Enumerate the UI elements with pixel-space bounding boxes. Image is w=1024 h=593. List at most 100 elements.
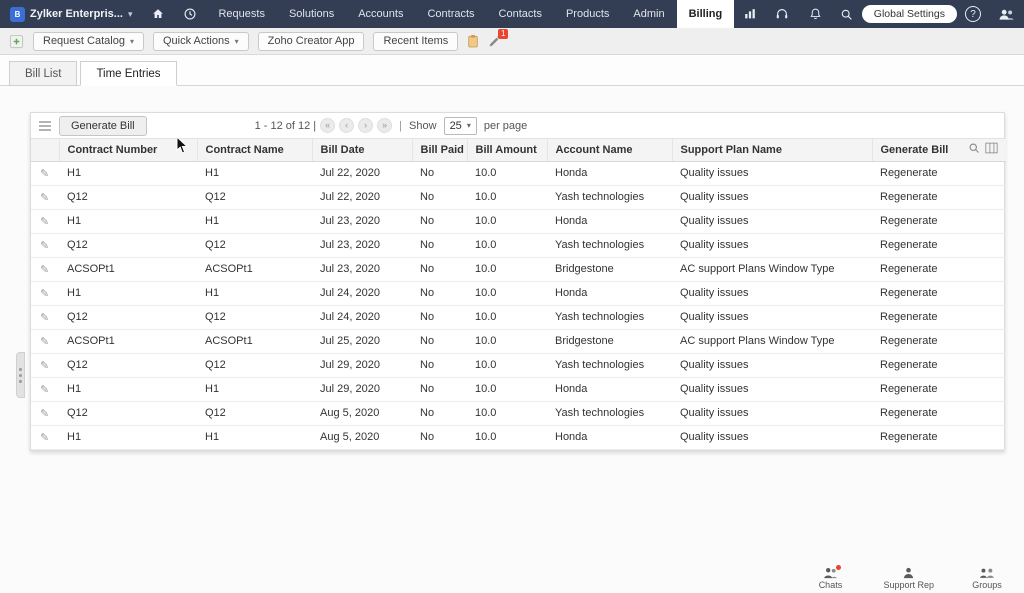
cell-contract-name: H1 xyxy=(197,281,312,305)
support-headset-button[interactable] xyxy=(766,0,798,28)
global-search-button[interactable] xyxy=(831,0,862,28)
table-row[interactable]: ✎ H1 H1 Aug 5, 2020 No 10.0 Honda Qualit… xyxy=(31,425,1006,449)
org-name: Zylker Enterpris... xyxy=(30,8,123,20)
left-panel-toggle[interactable] xyxy=(16,352,25,398)
column-chooser-button[interactable] xyxy=(985,142,998,157)
cell-bill-paid: No xyxy=(412,185,467,209)
cell-support-plan-name: Quality issues xyxy=(672,281,872,305)
table-row[interactable]: ✎ H1 H1 Jul 24, 2020 No 10.0 Honda Quali… xyxy=(31,281,1006,305)
header-bill-paid[interactable]: Bill Paid xyxy=(412,139,467,161)
regenerate-link[interactable]: Regenerate xyxy=(872,161,1006,185)
edit-row-icon[interactable]: ✎ xyxy=(40,360,49,372)
tasks-clipboard-button[interactable] xyxy=(467,34,479,48)
table-row[interactable]: ✎ ACSOPt1 ACSOPt1 Jul 25, 2020 No 10.0 B… xyxy=(31,329,1006,353)
pagination-divider: | xyxy=(399,120,402,132)
table-row[interactable]: ✎ Q12 Q12 Jul 22, 2020 No 10.0 Yash tech… xyxy=(31,185,1006,209)
columns-grid-icon xyxy=(985,142,998,154)
header-bill-amount[interactable]: Bill Amount xyxy=(467,139,547,161)
nav-item-requests[interactable]: Requests xyxy=(206,0,276,28)
next-page-button[interactable]: › xyxy=(358,118,373,133)
nav-item-contacts[interactable]: Contacts xyxy=(487,0,554,28)
nav-item-billing[interactable]: Billing xyxy=(677,0,735,28)
regenerate-link[interactable]: Regenerate xyxy=(872,353,1006,377)
regenerate-link[interactable]: Regenerate xyxy=(872,281,1006,305)
notifications-button[interactable] xyxy=(800,0,831,28)
cell-contract-name: H1 xyxy=(197,209,312,233)
generate-bill-button[interactable]: Generate Bill xyxy=(59,116,147,136)
edit-row-icon[interactable]: ✎ xyxy=(40,192,49,204)
add-request-icon xyxy=(9,34,24,49)
request-catalog-dropdown[interactable]: Request Catalog ▾ xyxy=(33,32,144,51)
cell-account-name: Yash technologies xyxy=(547,305,672,329)
regenerate-link[interactable]: Regenerate xyxy=(872,305,1006,329)
edit-row-icon[interactable]: ✎ xyxy=(40,264,49,276)
regenerate-link[interactable]: Regenerate xyxy=(872,329,1006,353)
table-row[interactable]: ✎ Q12 Q12 Jul 29, 2020 No 10.0 Yash tech… xyxy=(31,353,1006,377)
header-support-plan-name[interactable]: Support Plan Name xyxy=(672,139,872,161)
cell-support-plan-name: Quality issues xyxy=(672,353,872,377)
groups-button[interactable]: Groups xyxy=(964,567,1010,590)
table-row[interactable]: ✎ H1 H1 Jul 29, 2020 No 10.0 Honda Quali… xyxy=(31,377,1006,401)
regenerate-link[interactable]: Regenerate xyxy=(872,233,1006,257)
regenerate-link[interactable]: Regenerate xyxy=(872,401,1006,425)
tab-time-entries[interactable]: Time Entries xyxy=(80,61,176,86)
header-edit-column xyxy=(31,139,59,161)
edit-row-icon[interactable]: ✎ xyxy=(40,288,49,300)
time-entries-table: Contract Number Contract Name Bill Date … xyxy=(31,139,1006,450)
page-size-select[interactable]: 25 ▾ xyxy=(444,117,477,135)
table-row[interactable]: ✎ Q12 Q12 Aug 5, 2020 No 10.0 Yash techn… xyxy=(31,401,1006,425)
edit-row-icon[interactable]: ✎ xyxy=(40,216,49,228)
recent-activity-button[interactable] xyxy=(174,0,206,28)
edit-row-icon[interactable]: ✎ xyxy=(40,336,49,348)
header-contract-number[interactable]: Contract Number xyxy=(59,139,197,161)
prev-page-button[interactable]: ‹ xyxy=(339,118,354,133)
regenerate-link[interactable]: Regenerate xyxy=(872,185,1006,209)
cell-bill-paid: No xyxy=(412,281,467,305)
edit-row-icon[interactable]: ✎ xyxy=(40,312,49,324)
table-search-button[interactable] xyxy=(968,142,980,157)
table-row[interactable]: ✎ H1 H1 Jul 22, 2020 No 10.0 Honda Quali… xyxy=(31,161,1006,185)
nav-item-solutions[interactable]: Solutions xyxy=(277,0,346,28)
table-row[interactable]: ✎ Q12 Q12 Jul 24, 2020 No 10.0 Yash tech… xyxy=(31,305,1006,329)
user-directory-button[interactable] xyxy=(989,0,1024,28)
edit-row-icon[interactable]: ✎ xyxy=(40,240,49,252)
table-row[interactable]: ✎ H1 H1 Jul 23, 2020 No 10.0 Honda Quali… xyxy=(31,209,1006,233)
nav-item-contracts[interactable]: Contracts xyxy=(415,0,486,28)
help-button[interactable]: ? xyxy=(965,6,981,22)
first-page-button[interactable]: « xyxy=(320,118,335,133)
main-content: Generate Bill 1 - 12 of 12 | « ‹ › » | S… xyxy=(0,86,1024,593)
announcements-button[interactable]: 1 xyxy=(488,35,501,48)
tab-bill-list[interactable]: Bill List xyxy=(9,61,77,86)
cell-contract-name: H1 xyxy=(197,161,312,185)
last-page-button[interactable]: » xyxy=(377,118,392,133)
new-request-button[interactable] xyxy=(9,34,24,49)
header-account-name[interactable]: Account Name xyxy=(547,139,672,161)
header-bill-date[interactable]: Bill Date xyxy=(312,139,412,161)
regenerate-link[interactable]: Regenerate xyxy=(872,257,1006,281)
recent-items-button[interactable]: Recent Items xyxy=(373,32,458,51)
edit-row-icon[interactable]: ✎ xyxy=(40,168,49,180)
header-contract-name[interactable]: Contract Name xyxy=(197,139,312,161)
regenerate-link[interactable]: Regenerate xyxy=(872,377,1006,401)
reports-button[interactable] xyxy=(734,0,766,28)
table-row[interactable]: ✎ Q12 Q12 Jul 23, 2020 No 10.0 Yash tech… xyxy=(31,233,1006,257)
header-generate-bill[interactable]: Generate Bill xyxy=(872,139,1006,161)
support-rep-button[interactable]: Support Rep xyxy=(883,567,934,590)
regenerate-link[interactable]: Regenerate xyxy=(872,209,1006,233)
nav-item-products[interactable]: Products xyxy=(554,0,621,28)
global-settings-button[interactable]: Global Settings xyxy=(862,5,957,23)
edit-row-icon[interactable]: ✎ xyxy=(40,384,49,396)
edit-row-icon[interactable]: ✎ xyxy=(40,432,49,444)
home-button[interactable] xyxy=(142,0,174,28)
org-switcher[interactable]: B Zylker Enterpris... ▾ xyxy=(0,0,142,28)
chats-button[interactable]: Chats xyxy=(807,567,853,590)
cell-account-name: Honda xyxy=(547,281,672,305)
zoho-creator-app-button[interactable]: Zoho Creator App xyxy=(258,32,365,51)
quick-actions-dropdown[interactable]: Quick Actions ▾ xyxy=(153,32,249,51)
table-row[interactable]: ✎ ACSOPt1 ACSOPt1 Jul 23, 2020 No 10.0 B… xyxy=(31,257,1006,281)
regenerate-link[interactable]: Regenerate xyxy=(872,425,1006,449)
nav-item-admin[interactable]: Admin xyxy=(621,0,676,28)
edit-row-icon[interactable]: ✎ xyxy=(40,408,49,420)
nav-item-accounts[interactable]: Accounts xyxy=(346,0,415,28)
list-menu-button[interactable] xyxy=(39,121,51,131)
